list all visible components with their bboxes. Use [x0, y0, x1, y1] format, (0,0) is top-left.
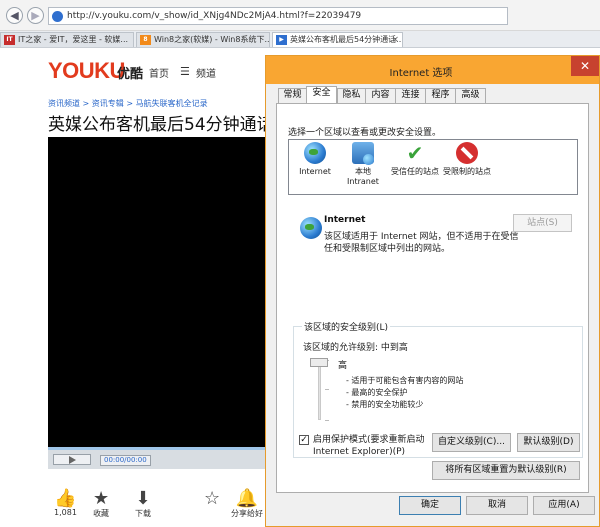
- share-label: 分享给好: [231, 509, 263, 518]
- like-count: 1,081: [54, 508, 77, 517]
- security-level-description: - 适用于可能包含有害内容的网站 - 最高的安全保护 - 禁用的安全功能较少: [346, 375, 463, 411]
- download-action[interactable]: ⬇ 下载: [135, 490, 151, 519]
- level-bullet: - 最高的安全保护: [346, 388, 408, 397]
- security-level-legend: 该区域的安全级别(L): [302, 320, 391, 333]
- zone-restricted-sites[interactable]: 受限制的站点: [439, 142, 495, 177]
- globe-icon: [300, 217, 322, 239]
- ok-button[interactable]: 确定: [399, 496, 461, 515]
- forward-arrow-icon: ▶: [31, 9, 40, 22]
- level-bullet: - 禁用的安全功能较少: [346, 400, 424, 409]
- recommend-action[interactable]: ☆: [204, 490, 220, 508]
- tab-privacy[interactable]: 隐私: [337, 88, 366, 103]
- no-entry-icon: [456, 142, 478, 164]
- security-level-slider-track[interactable]: [318, 360, 321, 420]
- star-icon: ★: [93, 488, 110, 509]
- slider-tick: [325, 420, 329, 421]
- tab-connections[interactable]: 连接: [395, 88, 426, 103]
- zone-label: 受信任的站点: [391, 167, 439, 176]
- breadcrumb[interactable]: 资讯频道 > 资讯专辑 > 马航失联客机全记录: [48, 98, 208, 109]
- zone-label: 受限制的站点: [443, 167, 491, 176]
- download-label: 下载: [135, 509, 151, 518]
- security-tab-panel: 选择一个区域以查看或更改安全设置。 Internet 本地 Intranet ✔…: [276, 103, 589, 493]
- download-icon: ⬇: [135, 488, 151, 509]
- site-favicon-icon: [52, 11, 63, 22]
- menu-icon[interactable]: ☰: [180, 65, 190, 78]
- nav-home-link[interactable]: 首页: [149, 65, 169, 80]
- checkmark-icon: ✔: [406, 141, 424, 165]
- back-button[interactable]: ◀: [6, 7, 23, 24]
- slider-tick: [325, 389, 329, 390]
- security-level-slider-thumb[interactable]: [310, 358, 328, 367]
- address-input[interactable]: http://v.youku.com/v_show/id_XNjg4NDc2Mj…: [48, 7, 508, 25]
- video-title: 英媒公布客机最后54分钟通话: [48, 115, 274, 135]
- apply-button[interactable]: 应用(A): [533, 496, 595, 515]
- protected-mode-label[interactable]: 启用保护模式(要求重新启动 Internet Explorer)(P): [299, 434, 449, 458]
- video-controls: 00:00/00:00: [48, 447, 268, 469]
- subscribe-action[interactable]: 🔔 分享给好: [231, 490, 263, 519]
- address-bar-area: ◀ ▶ http://v.youku.com/v_show/id_XNjg4ND…: [0, 0, 600, 31]
- tab-bar: IT IT之家 - 爱IT，爱这里 - 软媒... 8 Win8之家(软媒) -…: [0, 31, 600, 48]
- star-sparkle-icon: ☆: [204, 488, 221, 509]
- bell-icon: 🔔: [235, 488, 259, 509]
- default-level-button[interactable]: 默认级别(D): [517, 433, 580, 452]
- favorite-action[interactable]: ★ 收藏: [93, 490, 109, 519]
- url-text: http://v.youku.com/v_show/id_XNjg4NDc2Mj…: [67, 11, 362, 21]
- tab-general[interactable]: 常规: [278, 88, 307, 103]
- zone-trusted-sites[interactable]: ✔ 受信任的站点: [387, 142, 443, 177]
- zone-detail-description: 该区域适用于 Internet 网站，但不适用于在受信任和受限制区域中列出的网站…: [324, 232, 519, 254]
- protected-mode-row[interactable]: ✓ 启用保护模式(要求重新启动 Internet Explorer)(P): [299, 434, 449, 458]
- zone-label: Internet: [299, 167, 331, 176]
- dialog-title: Internet 选项: [389, 68, 453, 79]
- favorite-label: 收藏: [93, 509, 110, 518]
- zone-instruction: 选择一个区域以查看或更改安全设置。: [288, 128, 442, 138]
- tab-content[interactable]: 内容: [365, 88, 396, 103]
- custom-level-button[interactable]: 自定义级别(C)...: [432, 433, 511, 452]
- zone-internet[interactable]: Internet: [289, 142, 341, 177]
- browser-tab-win8[interactable]: 8 Win8之家(软媒) - Win8系统下...: [136, 32, 270, 47]
- forward-button[interactable]: ▶: [27, 7, 44, 24]
- tab-advanced[interactable]: 高级: [455, 88, 486, 103]
- play-icon: [69, 456, 76, 464]
- dialog-close-button[interactable]: ✕: [571, 56, 599, 76]
- tab-label: Win8之家(软媒) - Win8系统下...: [154, 35, 270, 44]
- internet-options-dialog: Internet 选项 ✕ 常规 安全 隐私 内容 连接 程序 高级 选择一个区…: [265, 55, 600, 527]
- video-player[interactable]: [48, 137, 268, 447]
- cancel-button[interactable]: 取消: [466, 496, 528, 515]
- browser-tab-youku[interactable]: ▶ 英媒公布客机最后54分钟通话... ×: [272, 32, 403, 47]
- zone-label: 本地 Intranet: [347, 167, 379, 186]
- security-level-name: 高: [338, 361, 348, 371]
- youku-logo[interactable]: YOUKU: [48, 58, 125, 84]
- tab-label: 英媒公布客机最后54分钟通话...: [290, 35, 403, 44]
- time-display: 00:00/00:00: [100, 455, 151, 466]
- back-arrow-icon: ◀: [10, 9, 19, 22]
- intranet-icon: [352, 142, 374, 165]
- close-icon: ✕: [579, 59, 591, 73]
- zone-local-intranet[interactable]: 本地 Intranet: [339, 142, 387, 187]
- allowed-levels-text: 该区域的允许级别: 中到高: [303, 343, 408, 353]
- like-action[interactable]: 👍 1,081: [54, 488, 77, 518]
- reset-all-zones-button[interactable]: 将所有区域重置为默认级别(R): [432, 461, 580, 480]
- win8-favicon-icon: 8: [140, 35, 151, 45]
- thumbs-up-icon: 👍: [54, 488, 77, 509]
- protected-mode-checkbox[interactable]: ✓: [299, 435, 309, 445]
- youku-logo-cn: 优酷: [117, 67, 144, 82]
- browser-tab-ithome[interactable]: IT IT之家 - 爱IT，爱这里 - 软媒...: [0, 32, 134, 47]
- globe-icon: [304, 142, 326, 164]
- tab-label: IT之家 - 爱IT，爱这里 - 软媒...: [18, 35, 129, 44]
- ithome-favicon-icon: IT: [4, 35, 15, 45]
- zone-detail-name: Internet: [324, 215, 366, 225]
- level-bullet: - 适用于可能包含有害内容的网站: [346, 376, 464, 385]
- nav-channels-link[interactable]: 频道: [196, 65, 216, 80]
- tab-security[interactable]: 安全: [306, 86, 337, 103]
- play-button[interactable]: [53, 454, 91, 465]
- tab-programs[interactable]: 程序: [425, 88, 456, 103]
- close-tab-icon[interactable]: ×: [391, 33, 399, 47]
- zone-list[interactable]: Internet 本地 Intranet ✔ 受信任的站点 受限制的站点: [288, 139, 578, 195]
- sites-button[interactable]: 站点(S): [513, 214, 572, 232]
- dialog-title-bar[interactable]: Internet 选项 ✕: [266, 56, 599, 84]
- youku-favicon-icon: ▶: [276, 35, 287, 45]
